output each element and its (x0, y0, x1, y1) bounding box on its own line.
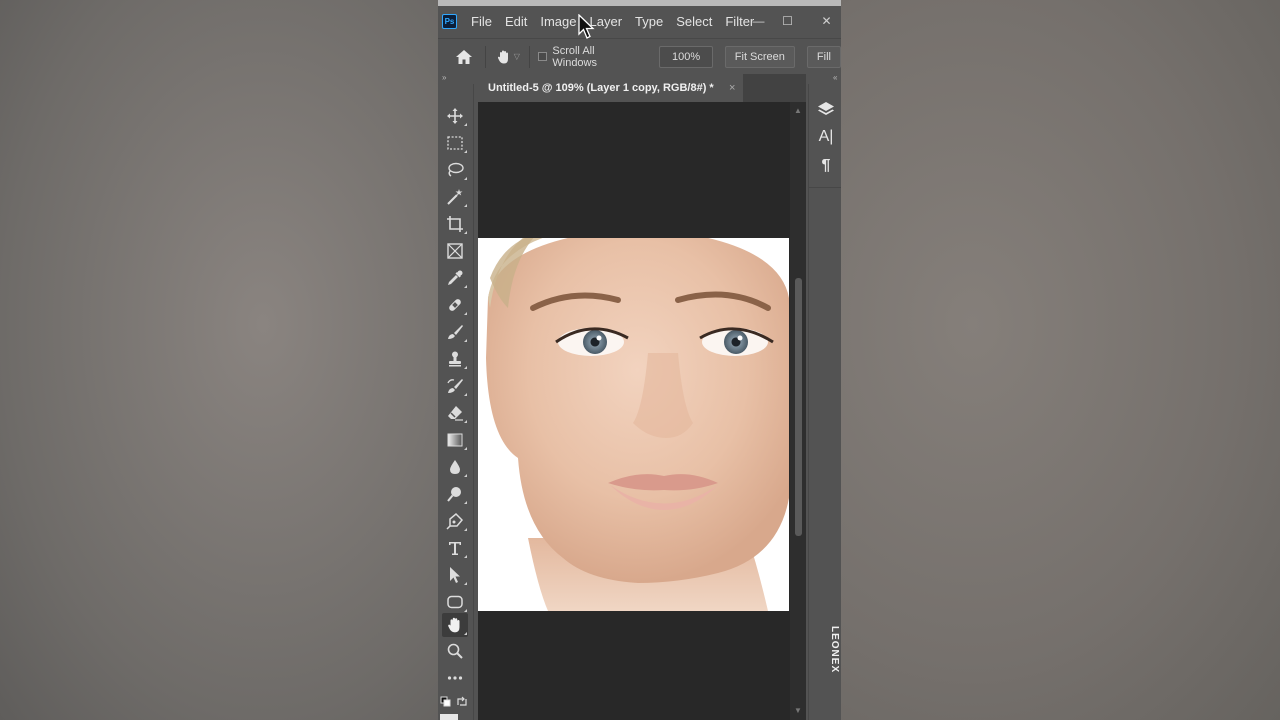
paragraph-icon: ¶ (821, 157, 831, 174)
brush-icon (448, 325, 463, 339)
minimize-button[interactable]: — (744, 11, 773, 31)
scroll-all-windows-label: Scroll All Windows (552, 44, 597, 69)
maximize-button[interactable]: ☐ (773, 11, 802, 31)
stamp-icon (449, 351, 461, 367)
zoom-percentage-button[interactable]: 100% (659, 45, 713, 68)
ellipsis-icon (447, 676, 463, 680)
scroll-down-icon[interactable]: ▼ (794, 706, 802, 715)
clone-stamp-tool[interactable] (442, 347, 468, 371)
color-swatches[interactable] (440, 696, 470, 710)
document-tab-bar: Untitled-5 @ 109% (Layer 1 copy, RGB/8#)… (478, 74, 806, 102)
options-separator (484, 45, 486, 68)
tools-panel (438, 84, 474, 720)
arrow-cursor-icon (450, 567, 460, 583)
scroll-all-windows-checkbox[interactable]: Scroll All Windows (538, 45, 641, 69)
move-tool[interactable] (442, 104, 468, 128)
document-title: Untitled-5 @ 109% (Layer 1 copy, RGB/8#)… (488, 82, 714, 94)
home-button[interactable] (453, 46, 475, 68)
fill-screen-button[interactable]: Fill (806, 45, 841, 68)
eraser-tool[interactable] (442, 401, 468, 425)
close-document-icon[interactable]: × (729, 74, 735, 102)
eyedropper-icon (448, 270, 463, 285)
collapse-panels-icon[interactable]: « (833, 74, 837, 82)
chevron-down-icon: ▽ (513, 52, 520, 61)
portrait-image (478, 238, 789, 611)
hand-icon (497, 50, 508, 63)
menu-file[interactable]: File (471, 14, 492, 29)
bandage-icon (449, 299, 461, 311)
healing-brush-tool[interactable] (442, 293, 468, 317)
gradient-icon (447, 433, 463, 447)
mouse-cursor-icon (578, 14, 595, 39)
menu-image[interactable]: Image (540, 14, 576, 29)
default-colors-icon[interactable] (440, 696, 452, 708)
magic-wand-icon (447, 189, 463, 205)
pen-tool[interactable] (442, 509, 468, 533)
character-icon: A| (818, 128, 834, 145)
menu-edit[interactable]: Edit (505, 14, 527, 29)
history-brush-icon (447, 379, 463, 393)
background-right (841, 0, 1280, 720)
crop-tool[interactable] (442, 212, 468, 236)
history-brush-tool[interactable] (442, 374, 468, 398)
rounded-rectangle-icon (447, 595, 463, 609)
photoshop-window: Ps File Edit Image Layer Type Select Fil… (438, 0, 841, 720)
window-controls: — ☐ ✕ (744, 6, 841, 36)
tool-preset-picker[interactable]: ▽ (496, 49, 526, 65)
vertical-scrollbar[interactable]: ▲ ▼ (790, 102, 806, 720)
type-tool[interactable] (442, 536, 468, 560)
foreground-color-swatch[interactable] (440, 714, 458, 720)
hand-icon (448, 617, 460, 633)
type-icon (449, 542, 461, 555)
background-left (0, 0, 438, 720)
move-icon (447, 108, 463, 124)
home-icon (455, 49, 472, 64)
photoshop-logo-icon: Ps (442, 13, 457, 29)
frame-tool[interactable] (442, 239, 468, 263)
gradient-tool[interactable] (442, 428, 468, 452)
pen-icon (446, 512, 464, 530)
document-tab[interactable]: Untitled-5 @ 109% (Layer 1 copy, RGB/8#)… (478, 74, 743, 102)
panel-icon-group: A| ¶ (809, 84, 841, 188)
canvas-area[interactable] (478, 102, 790, 720)
shape-tool[interactable] (442, 590, 468, 614)
paragraph-panel-button[interactable]: ¶ (815, 155, 837, 177)
drop-icon (450, 460, 460, 474)
lasso-tool[interactable] (442, 158, 468, 182)
checkbox-box[interactable] (538, 52, 548, 61)
scroll-up-icon[interactable]: ▲ (794, 106, 802, 115)
rectangular-marquee-icon (447, 136, 463, 150)
layers-icon (818, 102, 834, 115)
brush-tool[interactable] (442, 320, 468, 344)
menu-select[interactable]: Select (676, 14, 712, 29)
blur-tool[interactable] (442, 455, 468, 479)
menu-type[interactable]: Type (635, 14, 663, 29)
options-separator (529, 45, 531, 68)
menu-bar: Ps File Edit Image Layer Type Select Fil… (438, 6, 841, 36)
close-window-button[interactable]: ✕ (812, 11, 841, 31)
frame-icon (447, 243, 463, 259)
swap-colors-icon[interactable] (456, 696, 468, 708)
character-panel-button[interactable]: A| (815, 126, 837, 148)
zoom-tool[interactable] (442, 639, 468, 663)
scrollbar-thumb[interactable] (795, 278, 802, 536)
hand-tool[interactable] (442, 613, 468, 637)
magic-wand-tool[interactable] (442, 185, 468, 209)
crop-icon (447, 216, 463, 232)
watermark-logo: LEONEX (829, 626, 840, 674)
dodge-icon (447, 487, 461, 502)
more-tools[interactable] (442, 666, 468, 690)
path-selection-tool[interactable] (442, 563, 468, 587)
layers-panel-button[interactable] (815, 98, 837, 120)
options-bar: ▽ Scroll All Windows 100% Fit Screen Fil… (438, 38, 841, 74)
eraser-icon (448, 406, 463, 421)
magnifier-icon (447, 643, 463, 659)
fit-screen-button[interactable]: Fit Screen (724, 45, 795, 68)
marquee-tool[interactable] (442, 131, 468, 155)
dodge-tool[interactable] (442, 482, 468, 506)
eyedropper-tool[interactable] (442, 266, 468, 290)
collapse-toolbar-icon[interactable]: » (442, 74, 446, 82)
lasso-icon (448, 162, 464, 177)
